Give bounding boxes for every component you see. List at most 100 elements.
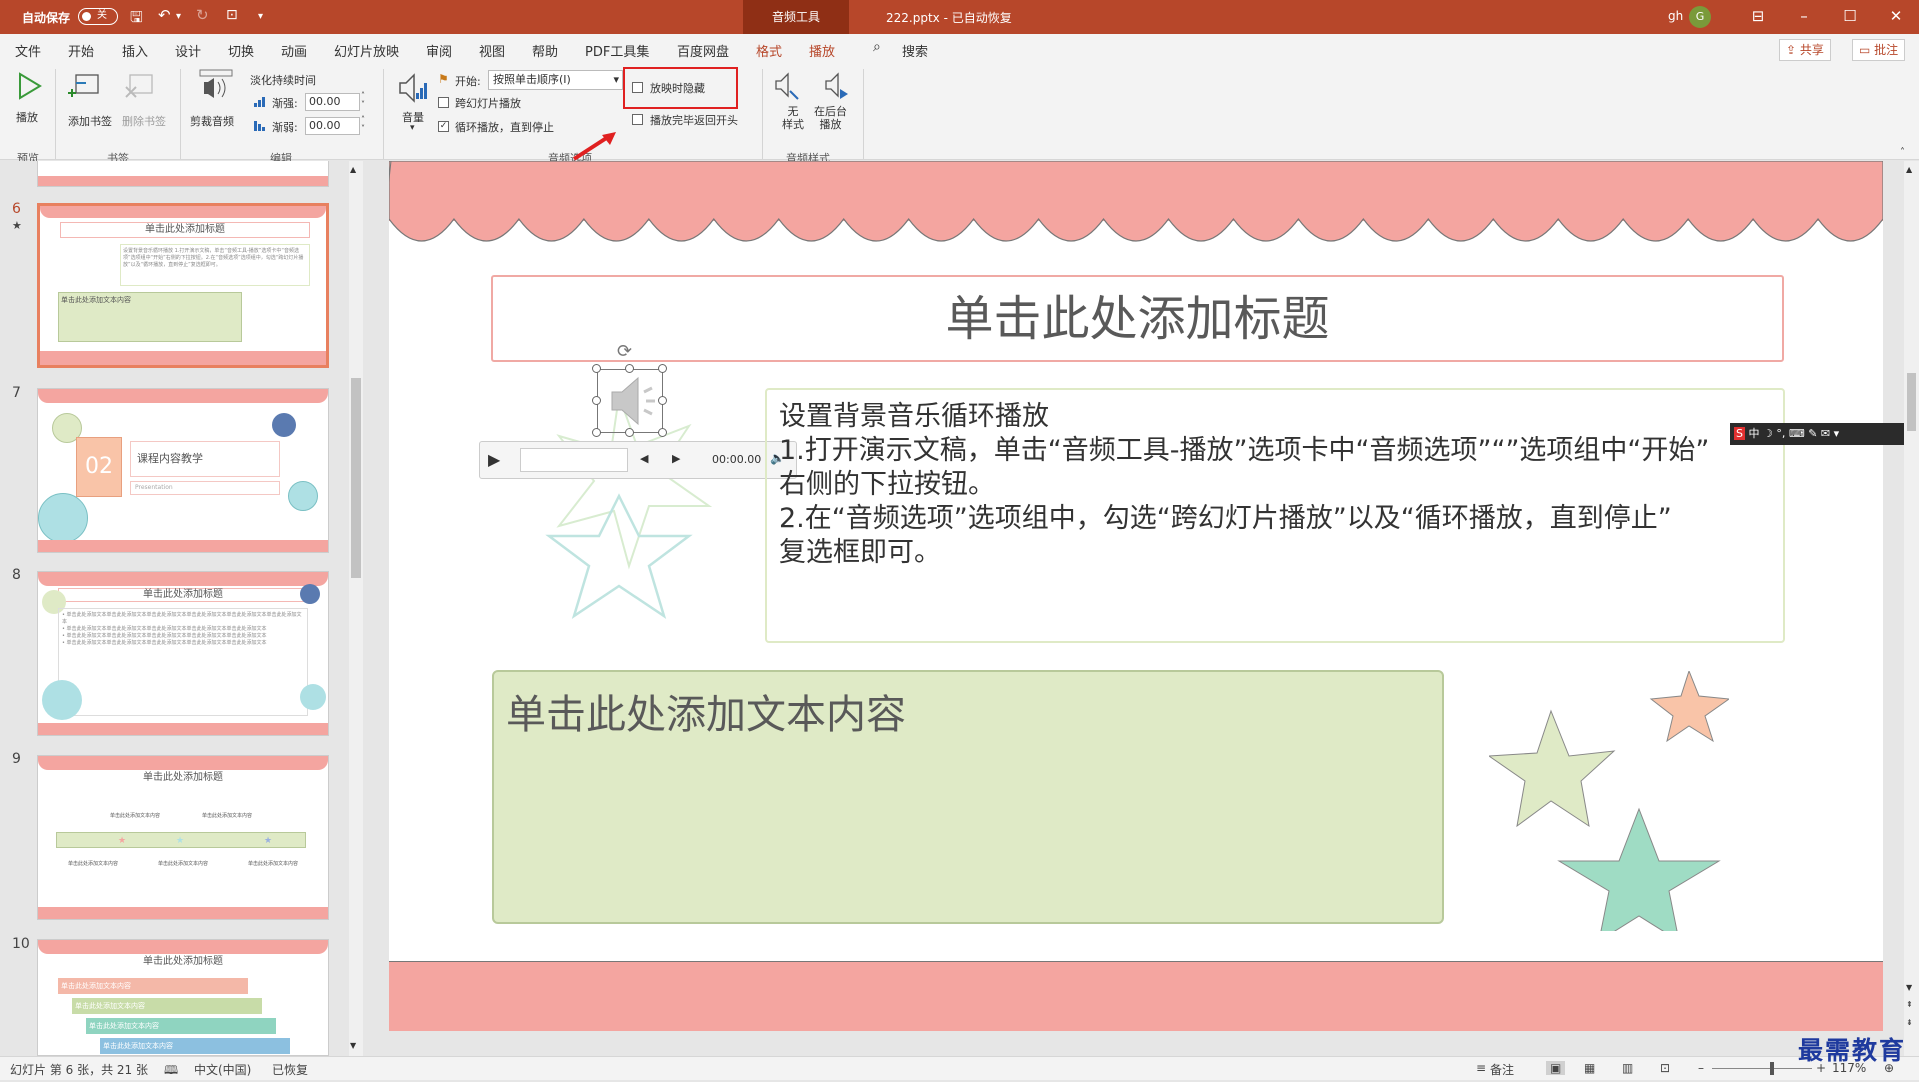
slide-title: 单击此处添加标题 [945, 291, 1330, 347]
fade-out-spinner-icon[interactable]: ˄ ˅ [361, 115, 365, 133]
thumbnail-number: 6 [12, 201, 21, 217]
content-placeholder[interactable]: 单击此处添加文本内容 [492, 670, 1444, 924]
add-bookmark-button[interactable]: 添加书签 [68, 71, 118, 131]
resize-handle[interactable] [625, 364, 634, 373]
tab-baidu-netdisk[interactable]: 百度网盘 [677, 41, 729, 60]
remove-bookmark-button[interactable]: 删除书签 [122, 71, 172, 131]
slide-sorter-icon[interactable]: ▦ [1584, 1061, 1595, 1075]
undo-dropdown-icon[interactable]: ▾ [176, 11, 181, 22]
normal-view-icon[interactable]: ▣ [1546, 1061, 1566, 1075]
player-play-icon[interactable]: ▶ [488, 450, 500, 469]
resize-handle[interactable] [658, 364, 667, 373]
editor-scrollbar[interactable]: ▲ ▼ ⇞ ⇟ [1904, 161, 1919, 1056]
thumbnail-slide-9[interactable]: 单击此处添加标题 单击此处添加文本内容 单击此处添加文本内容 ★ ★ ★ 单击此… [37, 755, 329, 920]
search-label[interactable]: 搜索 [902, 41, 928, 60]
zoom-out-icon[interactable]: – [1698, 1061, 1704, 1075]
slide-canvas[interactable]: 单击此处添加标题 ⟳ ▶ ◀ ▶ 00:00.00 🔈 设置背景音乐循环播放 1… [389, 161, 1883, 1031]
zoom-slider-thumb[interactable] [1770, 1062, 1774, 1075]
rewind-checkbox[interactable] [632, 114, 643, 125]
volume-button[interactable]: 音量 ▾ [396, 71, 432, 141]
loop-checkbox[interactable]: ✓ [438, 121, 449, 132]
undo-icon[interactable]: ↶ [158, 6, 171, 24]
customize-toolbar-icon[interactable]: ▾ [258, 11, 263, 22]
editor-scroll-thumb[interactable] [1907, 373, 1916, 431]
start-select-value: 按照单击顺序(I) [493, 73, 571, 86]
resize-handle[interactable] [658, 428, 667, 437]
thumbnail-slide-8[interactable]: 单击此处添加标题 • 单击此处添加文本单击此处添加文本单击此处添加文本单击此处添… [37, 571, 329, 736]
user-name[interactable]: gh [1668, 9, 1683, 23]
fade-out-input[interactable]: 00.00 [305, 117, 360, 135]
remove-bookmark-icon [125, 74, 153, 98]
audio-object[interactable] [597, 369, 663, 433]
scroll-down-icon[interactable]: ▼ [1906, 983, 1912, 992]
maximize-icon[interactable]: ☐ [1827, 0, 1873, 34]
resize-handle[interactable] [625, 428, 634, 437]
slide-title-box[interactable]: 单击此处添加标题 [491, 275, 1784, 362]
present-from-start-icon[interactable]: ⊡ [226, 7, 238, 23]
ribbon-playback: 播放 预览 添加书签 删除书签 书签 剪裁音频 淡化持续时间 渐强: 00.00… [0, 63, 1919, 165]
tab-transitions[interactable]: 切换 [228, 41, 254, 60]
slideshow-icon[interactable]: ⊡ [1660, 1061, 1670, 1075]
previous-slide-icon[interactable]: ⇞ [1906, 1001, 1913, 1009]
collapse-ribbon-icon[interactable]: ˄ [1900, 147, 1905, 158]
tab-review[interactable]: 审阅 [426, 41, 452, 60]
thumbnail-slide-6[interactable]: 单击此处添加标题 设置背景音乐循环播放 1.打开演示文稿，单击“音频工具-播放”… [37, 203, 329, 368]
scroll-down-icon[interactable]: ▼ [350, 1041, 356, 1050]
fade-in-spinner-icon[interactable]: ˄ ˅ [361, 91, 365, 109]
thumbnail-scroll-thumb[interactable] [351, 378, 361, 578]
share-button[interactable]: ⇪ 共享 [1779, 39, 1831, 61]
tab-animations[interactable]: 动画 [281, 41, 307, 60]
tab-home[interactable]: 开始 [68, 41, 94, 60]
save-icon[interactable]: 🖫 [130, 7, 143, 32]
scroll-up-icon[interactable]: ▲ [1906, 165, 1912, 174]
fade-in-input[interactable]: 00.00 [305, 93, 360, 111]
search-icon[interactable]: ⌕ [873, 39, 881, 55]
cross-slides-checkbox[interactable] [438, 97, 449, 108]
ribbon-display-icon[interactable]: ⊟ [1735, 0, 1781, 34]
tab-slideshow[interactable]: 幻灯片放映 [334, 41, 399, 60]
resize-handle[interactable] [592, 364, 601, 373]
scroll-up-icon[interactable]: ▲ [350, 165, 356, 174]
notes-button[interactable]: 备注 [1490, 1061, 1514, 1078]
tab-pdf-tools[interactable]: PDF工具集 [585, 41, 649, 60]
redo-icon[interactable]: ↻ [196, 6, 209, 24]
next-slide-icon[interactable]: ⇟ [1906, 1019, 1913, 1027]
tab-insert[interactable]: 插入 [122, 41, 148, 60]
resize-handle[interactable] [592, 428, 601, 437]
language-indicator[interactable]: 中文(中国) [194, 1061, 251, 1078]
autosave-toggle[interactable]: 关 [78, 8, 118, 25]
play-in-background-button[interactable]: 在后台 播放 [812, 71, 856, 141]
body-text-box[interactable]: 设置背景音乐循环播放 1.打开演示文稿，单击“音频工具-播放”选项卡中“音频选项… [765, 388, 1785, 643]
thumbnail-slide-5-partial[interactable] [37, 161, 329, 187]
tab-format[interactable]: 格式 [756, 41, 782, 60]
reading-view-icon[interactable]: ▥ [1622, 1061, 1633, 1075]
zoom-slider[interactable] [1712, 1068, 1812, 1069]
tab-view[interactable]: 视图 [479, 41, 505, 60]
comments-button[interactable]: ▭ 批注 [1852, 39, 1906, 61]
thumbnail-slide-10[interactable]: 单击此处添加标题 单击此处添加文本内容 单击此处添加文本内容 单击此处添加文本内… [37, 939, 329, 1056]
fade-duration-label: 淡化持续时间 [250, 74, 316, 87]
start-select[interactable]: 按照单击顺序(I) ▾ [488, 70, 623, 90]
tab-file[interactable]: 文件 [15, 41, 41, 60]
spellcheck-icon[interactable]: 🕮 [164, 1061, 178, 1082]
thumbnail-scrollbar[interactable]: ▲ ▼ [349, 161, 363, 1056]
body-line: 1.打开演示文稿，单击“音频工具-播放”选项卡中“音频选项”“”选项组中“开始” [779, 435, 1710, 466]
play-button[interactable]: 播放 [14, 71, 46, 131]
trim-audio-button[interactable]: 剪裁音频 [190, 68, 242, 132]
tab-help[interactable]: 帮助 [532, 41, 558, 60]
minimize-icon[interactable]: – [1781, 0, 1827, 34]
avatar[interactable]: G [1689, 6, 1711, 28]
player-back-icon[interactable]: ◀ [640, 452, 648, 465]
notes-icon[interactable]: ≡ [1476, 1061, 1486, 1075]
resize-handle[interactable] [592, 396, 601, 405]
close-icon[interactable]: ✕ [1873, 0, 1919, 34]
no-style-button[interactable]: 无 样式 [770, 71, 806, 141]
hide-during-show-checkbox[interactable] [632, 82, 643, 93]
player-forward-icon[interactable]: ▶ [672, 452, 680, 465]
player-progress-bar[interactable] [520, 448, 628, 472]
rotate-handle-icon[interactable]: ⟳ [617, 341, 632, 362]
resize-handle[interactable] [658, 396, 667, 405]
thumbnail-slide-7[interactable]: 02 课程内容教学 Presentation [37, 388, 329, 553]
tab-design[interactable]: 设计 [175, 41, 201, 60]
ime-toolbar[interactable]: S 中 ☽ °, ⌨ ✎ ✉ ▾ [1730, 423, 1904, 445]
